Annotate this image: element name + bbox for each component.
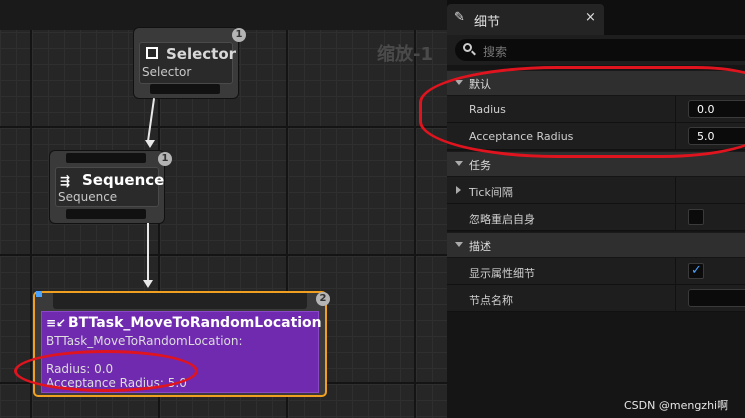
chevron-down-icon xyxy=(455,161,463,166)
selector-node[interactable]: 1 Selector Selector xyxy=(134,28,246,98)
execution-order-badge: 1 xyxy=(158,152,172,166)
details-search-input[interactable]: 搜索 xyxy=(455,39,745,61)
selector-icon xyxy=(146,47,158,59)
property-row-ignore-restart-self: 忽略重启自身 xyxy=(447,204,745,231)
category-task-label: 任务 xyxy=(469,159,491,172)
selector-subtitle: Selector xyxy=(142,65,192,79)
property-row-tick-interval[interactable]: Tick间隔 xyxy=(447,177,745,204)
execution-order-badge: 2 xyxy=(316,292,330,306)
search-placeholder: 搜索 xyxy=(483,45,508,59)
selector-title: Selector xyxy=(166,45,237,63)
show-property-details-checkbox[interactable]: ✓ xyxy=(688,263,704,279)
node-name-input[interactable] xyxy=(688,289,745,307)
column-divider[interactable] xyxy=(675,177,676,203)
ignore-restart-self-checkbox[interactable] xyxy=(688,209,704,225)
category-description[interactable]: 描述 xyxy=(447,232,745,257)
property-row-node-name: 节点名称 xyxy=(447,285,745,312)
task-input-pin[interactable] xyxy=(53,293,307,309)
breakpoint-indicator xyxy=(36,291,42,297)
graph-toolbar xyxy=(0,0,447,30)
wire-selector-sequence xyxy=(146,98,156,142)
details-tab-bar: ✎ 细节 × xyxy=(447,0,745,41)
column-divider[interactable] xyxy=(675,258,676,284)
property-name: 显示属性细节 xyxy=(469,267,535,280)
zoom-label: 缩放-1 xyxy=(377,44,433,65)
pencil-icon: ✎ xyxy=(454,10,465,25)
task-subtitle: BTTask_MoveToRandomLocation: xyxy=(46,334,243,348)
column-divider[interactable] xyxy=(675,204,676,230)
execution-order-badge: 1 xyxy=(232,28,246,42)
sequence-icon: ⇶ xyxy=(60,174,71,188)
tab-details[interactable]: ✎ 细节 × xyxy=(447,4,604,35)
selector-output-pin[interactable] xyxy=(150,84,220,94)
search-icon-handle xyxy=(471,50,476,56)
category-description-label: 描述 xyxy=(469,240,491,253)
selector-node-body: Selector Selector xyxy=(139,42,237,84)
wire-arrowhead xyxy=(143,280,153,288)
column-divider[interactable] xyxy=(675,285,676,311)
wire-sequence-task xyxy=(147,223,149,281)
property-name: Tick间隔 xyxy=(469,186,513,199)
chevron-down-icon xyxy=(455,242,463,247)
watermark: CSDN @mengzhi啊 xyxy=(624,399,729,412)
sequence-node[interactable]: 1 ⇶ Sequence Sequence xyxy=(50,151,172,223)
property-row-show-property-details: 显示属性细节 ✓ xyxy=(447,258,745,285)
chevron-right-icon[interactable] xyxy=(456,186,461,194)
search-row: 搜索 xyxy=(447,35,745,65)
sequence-node-body: ⇶ Sequence Sequence xyxy=(55,167,164,207)
annotation-ellipse xyxy=(419,66,745,158)
wire-arrowhead xyxy=(145,140,155,148)
sequence-input-pin[interactable] xyxy=(66,153,146,163)
property-name: 节点名称 xyxy=(469,294,513,307)
behavior-tree-graph[interactable]: 缩放-1 1 Selector Selector 1 ⇶ Sequence Se… xyxy=(0,0,447,418)
task-title: BTTask_MoveToRandomLocation xyxy=(68,315,322,331)
close-icon[interactable]: × xyxy=(585,10,596,25)
checkmark-icon: ✓ xyxy=(691,263,702,278)
sequence-title: Sequence xyxy=(82,171,165,189)
annotation-ellipse xyxy=(14,350,198,392)
tab-details-label: 细节 xyxy=(474,15,501,30)
details-panel: ✎ 细节 × 搜索 默认 Radius 0.0 Acceptance Radiu… xyxy=(419,0,745,418)
task-icon: ≡↙ xyxy=(46,316,67,330)
sequence-output-pin[interactable] xyxy=(66,209,146,219)
property-name: 忽略重启自身 xyxy=(469,213,535,226)
sequence-subtitle: Sequence xyxy=(58,190,118,204)
